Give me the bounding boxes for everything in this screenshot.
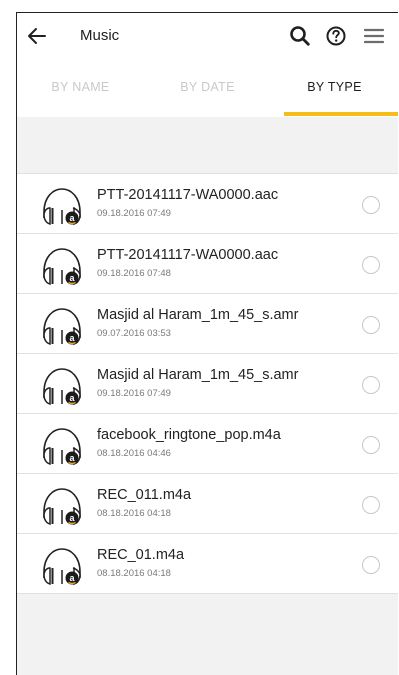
file-name: REC_01.m4a [97,547,185,563]
tab-by-type[interactable]: BY TYPE [271,59,398,117]
arrow-left-icon [28,28,46,44]
file-date: 08.18.2016 04:46 [97,448,171,459]
select-radio[interactable] [362,316,380,334]
file-date: 09.18.2016 07:49 [97,388,171,399]
amazon-music-file-icon: a [43,188,81,225]
file-name: facebook_ringtone_pop.m4a [97,427,281,443]
file-name: PTT-20141117-WA0000.aac [97,187,279,203]
select-radio[interactable] [362,256,380,274]
search-button[interactable] [287,23,313,49]
select-radio[interactable] [362,196,380,214]
menu-button[interactable] [361,23,387,49]
file-date: 09.07.2016 03:53 [97,328,171,339]
app-bar: Music [17,13,398,59]
file-row[interactable]: a Masjid al Haram_1m_45_s.amr 09.18.2016… [17,354,398,414]
tab-by-name[interactable]: BY NAME [17,59,144,117]
hamburger-menu-icon [363,28,385,44]
file-name: Masjid al Haram_1m_45_s.amr [97,307,299,323]
file-row[interactable]: a facebook_ringtone_pop.m4a 08.18.2016 0… [17,414,398,474]
file-row[interactable]: a REC_011.m4a 08.18.2016 04:18 [17,474,398,534]
file-row[interactable]: a Masjid al Haram_1m_45_s.amr 09.07.2016… [17,294,398,354]
select-radio[interactable] [362,436,380,454]
select-radio[interactable] [362,376,380,394]
amazon-music-file-icon: a [43,368,81,405]
file-row[interactable]: a PTT-20141117-WA0000.aac 09.18.2016 07:… [17,173,398,234]
file-row[interactable]: a REC_01.m4a 08.18.2016 04:18 [17,534,398,594]
amazon-music-file-icon: a [43,488,81,525]
file-date: 09.18.2016 07:49 [97,208,171,219]
amazon-music-file-icon: a [43,248,81,285]
sort-tabs: BY NAME BY DATE BY TYPE [17,59,398,117]
select-radio[interactable] [362,556,380,574]
file-row[interactable]: a PTT-20141117-WA0000.aac 09.18.2016 07:… [17,234,398,294]
amazon-music-file-icon: a [43,428,81,465]
amazon-music-file-icon: a [43,308,81,345]
active-tab-indicator [284,112,398,116]
file-name: Masjid al Haram_1m_45_s.amr [97,367,299,383]
app-screen: Music BY NAME BY DATE BY TYPE a PTT-2014… [16,12,398,675]
amazon-music-file-icon: a [43,548,81,585]
file-date: 08.18.2016 04:18 [97,568,171,579]
help-button[interactable] [323,23,349,49]
file-date: 08.18.2016 04:18 [97,508,171,519]
select-radio[interactable] [362,496,380,514]
file-name: REC_011.m4a [97,487,192,503]
file-name: PTT-20141117-WA0000.aac [97,247,279,263]
page-title: Music [80,27,120,44]
file-list: a PTT-20141117-WA0000.aac 09.18.2016 07:… [17,173,398,594]
search-icon [290,26,310,46]
file-date: 09.18.2016 07:48 [97,268,171,279]
tab-by-date[interactable]: BY DATE [144,59,271,117]
back-button[interactable] [25,24,49,48]
help-circle-icon [326,26,346,46]
